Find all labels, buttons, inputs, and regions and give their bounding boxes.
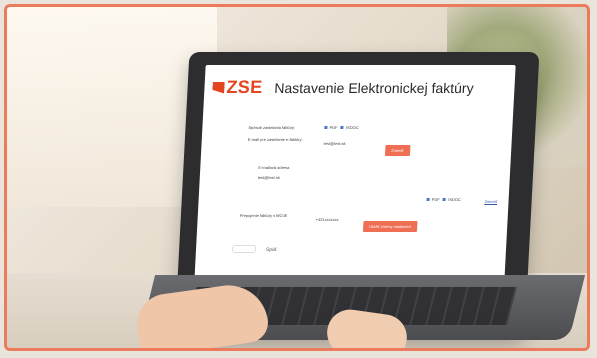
save-settings-button[interactable]: Uložiť zmeny nastavení bbox=[362, 221, 418, 232]
option-isdoc: ISDOC bbox=[345, 125, 359, 130]
zse-logo: ZSE bbox=[212, 77, 263, 98]
checkbox-icon[interactable] bbox=[324, 126, 328, 129]
delivery-options[interactable]: PDF ISDOC bbox=[324, 125, 359, 130]
screen-header: ZSE Nastavenie Elektronickej faktúry bbox=[212, 77, 474, 98]
row-link-moje: Prepojenie faktúry s MOJE bbox=[240, 213, 288, 218]
row-label: E-mail pre zasielanie e-faktúry: bbox=[247, 137, 303, 142]
delivery-options-2[interactable]: PDF ISDOC bbox=[426, 197, 462, 202]
zse-logo-mark bbox=[212, 82, 225, 94]
back-link[interactable]: Späť bbox=[266, 247, 277, 253]
phone-value[interactable]: +421xxxxxxx bbox=[315, 217, 338, 222]
checkbox-icon[interactable] bbox=[426, 198, 430, 201]
row-label: Spôsob zasielania faktúry: bbox=[248, 125, 296, 130]
page-title: Nastavenie Elektronickej faktúry bbox=[274, 79, 475, 96]
row-email-address: E-mailová adresa bbox=[258, 165, 289, 170]
faint-element bbox=[231, 245, 257, 253]
change-button[interactable]: Zmeniť bbox=[384, 145, 411, 156]
logo-text: ZSE bbox=[226, 77, 263, 97]
email-value-2[interactable]: test@test.sk bbox=[258, 175, 280, 180]
email-value[interactable]: test@test.sk bbox=[323, 141, 345, 146]
change-link[interactable]: Zmeniť bbox=[484, 199, 497, 204]
option-pdf: PDF bbox=[329, 125, 338, 130]
option-pdf-2: PDF bbox=[431, 197, 440, 202]
row-label: E-mailová adresa bbox=[258, 165, 290, 170]
row-email: E-mail pre zasielanie e-faktúry: bbox=[248, 137, 303, 142]
row-label: Prepojenie faktúry s MOJE bbox=[239, 213, 288, 218]
checkbox-icon[interactable] bbox=[443, 198, 447, 201]
checkbox-icon[interactable] bbox=[340, 126, 344, 129]
option-isdoc-2: ISDOC bbox=[448, 197, 462, 202]
photo-frame: ZSE Nastavenie Elektronickej faktúry Spô… bbox=[4, 4, 590, 351]
row-delivery-method: Spôsob zasielania faktúry: bbox=[248, 125, 295, 130]
